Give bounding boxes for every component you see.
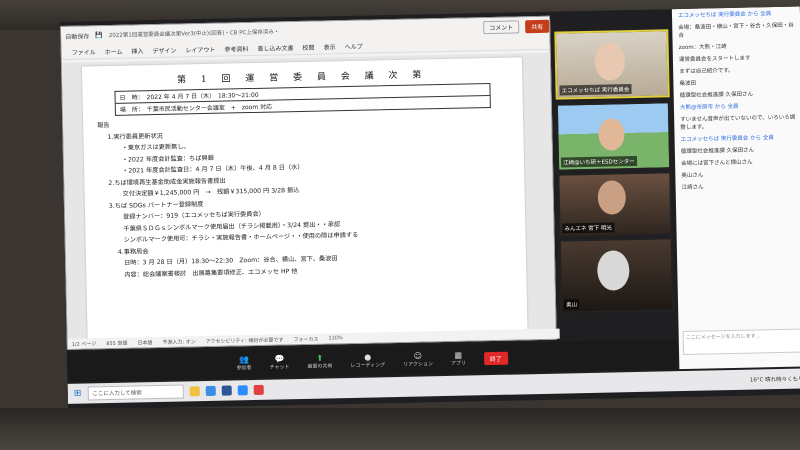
tab-help[interactable]: ヘルプ <box>344 41 362 50</box>
chat-input[interactable]: ここにメッセージを入力します... <box>682 328 800 356</box>
status-predict: 予測入力: オン <box>162 338 196 346</box>
chat-message: 江崎さん <box>675 178 800 193</box>
windows-start-icon[interactable]: ⊞ <box>74 389 82 399</box>
save-icon[interactable]: 💾 <box>95 32 103 39</box>
status-zoom[interactable]: 110% <box>328 335 342 341</box>
word-window: 自動保存 💾 2022第1回運営委員会議次第Ver3(中止)(回答)・CB PC… <box>60 15 560 350</box>
taskbar-search-input[interactable]: ここに入力して検索 <box>87 384 184 401</box>
chat-text: 運営委員会をスタートします <box>678 55 751 64</box>
monitor-bezel-bottom <box>0 408 800 450</box>
tab-home[interactable]: ホーム <box>105 46 123 55</box>
chat-sender: エコメッセちば 実行委員会 から 全員 <box>677 11 772 20</box>
app-icon[interactable] <box>253 384 264 396</box>
participant-face <box>596 250 630 291</box>
video-tile[interactable]: エコメッセちば 実行委員会 <box>554 29 670 100</box>
word-icon[interactable] <box>221 385 232 396</box>
chat-icon: 💬 <box>274 354 285 364</box>
explorer-icon[interactable] <box>189 386 200 397</box>
participant-name: 江崎@いち研＋ESDセンター <box>560 155 637 168</box>
participant-face <box>597 180 627 215</box>
chat-text: すいません音声が出ていないので、いろいろ調整します。 <box>680 114 796 132</box>
chat-text: 循環型社会推進課 久保田さん <box>680 147 755 156</box>
tab-insert[interactable]: 挿入 <box>131 46 143 55</box>
chat-text: zoom：大熊・江崎 <box>678 44 727 52</box>
participants-label: 参加者 <box>236 365 252 372</box>
chat-text: 江崎さん <box>681 184 704 192</box>
tab-view[interactable]: 表示 <box>323 42 335 51</box>
document-area[interactable]: 第 1 回 運 営 委 員 会 議 次 第 日 時： 2022 年 4 月 7 … <box>61 52 556 339</box>
record-label: レコーディング <box>350 362 386 369</box>
apps-icon: ▦ <box>454 350 463 360</box>
document-page: 第 1 回 運 営 委 員 会 議 次 第 日 時： 2022 年 4 月 7 … <box>81 57 528 339</box>
tab-mailings[interactable]: 差し込み文書 <box>257 43 293 53</box>
chat-message: すいません音声が出ていないので、いろいろ調整します。 <box>674 110 800 133</box>
tab-design[interactable]: デザイン <box>152 45 176 55</box>
chat-text: 循環型社会推進課 久保田さん <box>679 91 753 100</box>
video-tile[interactable]: 江崎@いち研＋ESDセンター <box>555 101 672 172</box>
agenda-body: 報告 1.実行委員更新状況 ・東京ガスは更新無し。 ・2022 年度会計監査：ちば興銀… <box>83 111 526 281</box>
chat-panel: エコメッセちば 実行委員会 から 全員会場：桑波田・横山・宮下・谷合・久保田・谷… <box>671 6 800 370</box>
chat-text: 奥山さん <box>681 172 704 180</box>
participant-face <box>598 118 625 151</box>
tab-file[interactable]: ファイル <box>72 47 96 57</box>
participants-button[interactable]: 👥 参加者 <box>236 355 252 372</box>
chat-text: 桑波田 <box>679 80 697 88</box>
participant-name: 奥山 <box>563 299 580 310</box>
tab-layout[interactable]: レイアウト <box>185 44 215 54</box>
chat-messages: エコメッセちば 実行委員会 から 全員会場：桑波田・横山・宮下・谷合・久保田・谷… <box>672 7 800 194</box>
share-screen-button[interactable]: ⬆ 画面の共有 <box>307 353 332 370</box>
participant-name: エコメッセちば 実行委員会 <box>559 84 632 96</box>
status-focus[interactable]: フォーカス <box>293 335 318 343</box>
video-tile[interactable]: みんエネ 宮下 明光 <box>557 171 673 238</box>
zoom-icon[interactable] <box>237 385 248 396</box>
share-screen-label: 画面の共有 <box>307 363 333 370</box>
participants-icon: 👥 <box>238 355 249 365</box>
status-language: 日本語 <box>137 339 153 346</box>
end-meeting-button[interactable]: 終了 <box>483 351 508 365</box>
chat-text: 会場には宮下さんと横山さん <box>681 159 753 168</box>
apps-label: アプリ <box>450 360 467 367</box>
status-page: 1/2 ページ <box>71 340 97 348</box>
autosave-toggle[interactable]: 自動保存 <box>65 31 89 41</box>
participant-name: みんエネ 宮下 明光 <box>562 222 615 234</box>
chat-sender: エコメッセちば 実行委員会 から 全員 <box>680 135 774 144</box>
comment-button[interactable]: コメント <box>483 19 520 34</box>
edge-icon[interactable] <box>205 385 216 397</box>
chat-text: まずは自己紹介です。 <box>679 67 734 76</box>
apps-button[interactable]: ▦ アプリ <box>451 351 466 367</box>
screen: 自動保存 💾 2022第1回運営委員会議次第Ver3(中止)(回答)・CB PC… <box>60 6 800 410</box>
participant-face <box>594 42 626 81</box>
status-words: 855 単語 <box>106 340 128 347</box>
share-screen-icon: ⬆ <box>316 353 324 363</box>
tab-references[interactable]: 参考資料 <box>224 44 248 54</box>
chat-text: 会場：桑波田・横山・宮下・谷合・久保田・谷合 <box>678 22 794 40</box>
chat-button[interactable]: 💬 チャット <box>269 354 290 371</box>
chat-message: 会場：桑波田・横山・宮下・谷合・久保田・谷合 <box>672 18 800 41</box>
video-tile[interactable]: 奥山 <box>558 237 675 314</box>
record-button[interactable]: ● レコーディング <box>350 352 385 369</box>
reaction-button[interactable]: ☺ リアクション <box>403 351 433 368</box>
tab-review[interactable]: 校閲 <box>302 42 314 51</box>
meeting-info-box: 日 時： 2022 年 4 月 7 日（木） 18:30～21:00 場 所： … <box>114 83 491 116</box>
chat-label: チャット <box>269 364 290 371</box>
chat-sender: 大熊@市原市 から 全員 <box>679 103 739 112</box>
reaction-icon: ☺ <box>413 351 423 361</box>
reaction-label: リアクション <box>403 361 433 368</box>
status-accessibility[interactable]: アクセシビリティ: 検討が必要です <box>206 336 284 345</box>
share-button[interactable]: 共有 <box>525 19 550 33</box>
weather-tray[interactable]: 16°C 晴れ時々くもり <box>750 375 800 384</box>
record-icon: ● <box>364 352 372 362</box>
